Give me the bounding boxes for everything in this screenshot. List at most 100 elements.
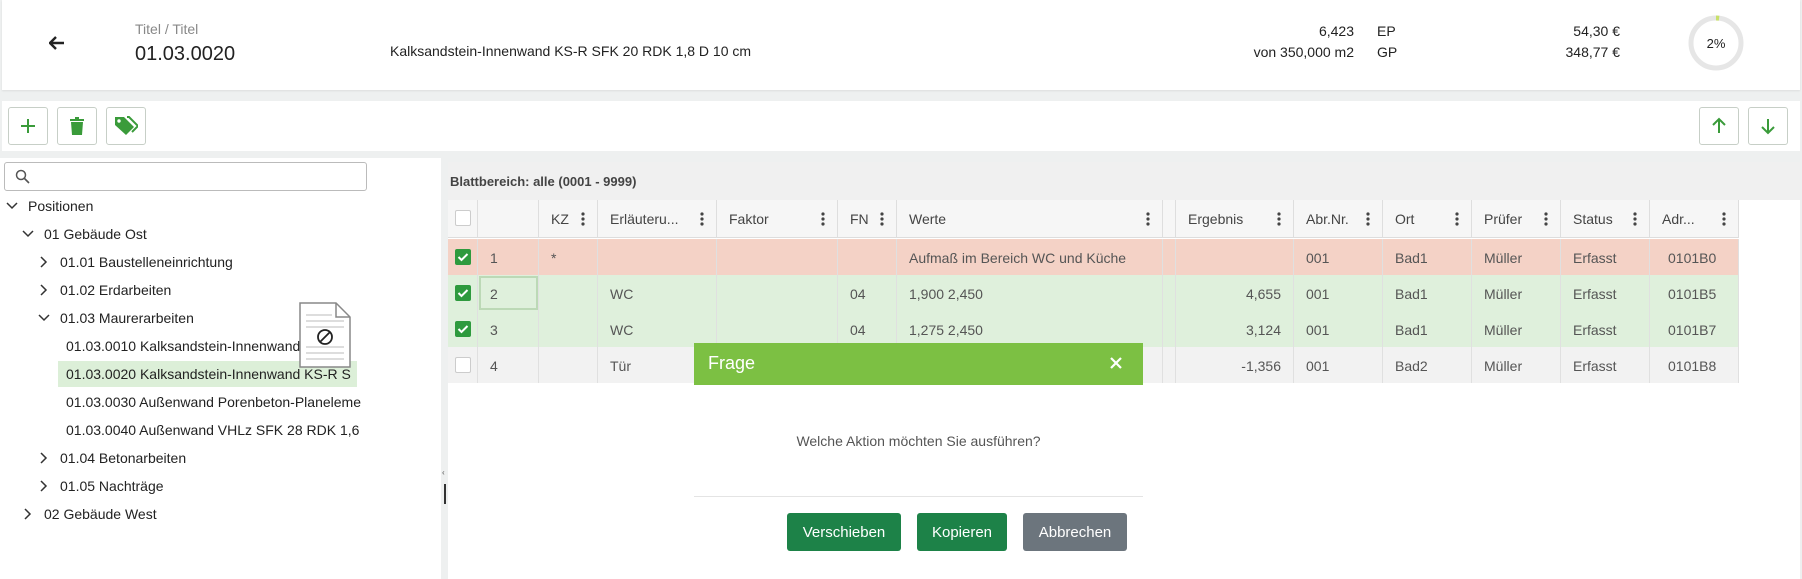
table-row[interactable]: 1 * Aufmaß im Bereich WC und Küche 001 Bad1 M… xyxy=(448,239,1739,275)
column-header-faktor[interactable]: Faktor xyxy=(717,200,838,238)
chevron-right-icon[interactable] xyxy=(36,256,52,268)
chevron-down-icon[interactable] xyxy=(36,314,52,322)
tree-item[interactable]: 01 Gebäude Ost xyxy=(20,221,147,247)
tree-item[interactable]: 01.02 Erdarbeiten xyxy=(36,277,171,303)
cell-row-number: 4 xyxy=(478,347,539,383)
row-select-cell[interactable] xyxy=(448,275,478,311)
cell-ort: Bad2 xyxy=(1383,347,1472,383)
column-header-ergebnis[interactable]: Ergebnis xyxy=(1176,200,1294,238)
delete-button[interactable] xyxy=(57,107,97,145)
column-header-werte[interactable]: Werte xyxy=(897,200,1163,238)
cell-pruefer: Müller xyxy=(1472,275,1561,311)
tree-item[interactable]: 01.01 Baustelleneinrichtung xyxy=(36,249,233,275)
table-row[interactable]: 2 WC 04 1,900 2,450 4,655 001 Bad1 Müller Erfass… xyxy=(448,275,1739,311)
column-menu-icon[interactable] xyxy=(1633,212,1637,226)
header-label: Titel / Titel xyxy=(135,21,199,37)
cell-ergebnis: 4,655 xyxy=(1176,275,1294,311)
column-menu-icon[interactable] xyxy=(1544,212,1548,226)
cell-kz xyxy=(539,311,598,347)
column-menu-icon[interactable] xyxy=(1722,212,1726,226)
tree-item[interactable]: 01.04 Betonarbeiten xyxy=(36,445,186,471)
column-header-fn[interactable]: FN xyxy=(838,200,897,238)
tree-item-label: 01.03 Maurerarbeiten xyxy=(60,310,194,326)
cancel-button[interactable]: Abbrechen xyxy=(1023,513,1127,551)
select-all-checkbox[interactable] xyxy=(455,210,471,226)
row-select-cell[interactable] xyxy=(448,311,478,347)
chevron-right-icon[interactable] xyxy=(20,508,36,520)
tree-item[interactable]: 01.05 Nachträge xyxy=(36,473,164,499)
price-values: 54,30 € 348,77 € xyxy=(1566,21,1621,63)
column-header-erlaeuterung[interactable]: Erläuteru... xyxy=(598,200,717,238)
column-menu-icon[interactable] xyxy=(1455,212,1459,226)
row-select-cell[interactable] xyxy=(448,347,478,383)
column-header-label: Abr.Nr. xyxy=(1306,211,1349,227)
position-header: Titel / Titel 01.03.0020 Kalksandstein-I… xyxy=(2,0,1800,90)
column-header-adresse[interactable]: Adr... xyxy=(1650,200,1739,238)
back-arrow-icon[interactable] xyxy=(46,32,68,54)
column-menu-icon[interactable] xyxy=(581,212,585,226)
checkbox-checked-icon[interactable] xyxy=(455,249,471,265)
cell-abr-nr: 001 xyxy=(1294,311,1383,347)
tree-item-label: Positionen xyxy=(28,198,94,214)
column-header-label: Faktor xyxy=(729,211,769,227)
chevron-down-icon[interactable] xyxy=(20,230,36,238)
checkbox-checked-icon[interactable] xyxy=(455,285,471,301)
tags-button[interactable] xyxy=(106,107,146,145)
checkbox-unchecked-icon[interactable] xyxy=(455,357,471,373)
chevron-right-icon[interactable] xyxy=(36,452,52,464)
move-up-button[interactable] xyxy=(1699,107,1739,145)
move-button[interactable]: Verschieben xyxy=(787,513,901,551)
column-menu-icon[interactable] xyxy=(880,212,884,226)
column-menu-icon[interactable] xyxy=(821,212,825,226)
dialog-divider xyxy=(694,496,1143,497)
checkbox-checked-icon[interactable] xyxy=(455,321,471,337)
cell-faktor xyxy=(717,311,838,347)
tree-item-label: 01.02 Erdarbeiten xyxy=(60,282,172,298)
cell-row-number: 3 xyxy=(478,311,539,347)
column-header-pruefer[interactable]: Prüfer xyxy=(1472,200,1561,238)
tree-item[interactable]: 02 Gebäude West xyxy=(20,501,157,527)
column-header-ort[interactable]: Ort xyxy=(1383,200,1472,238)
dialog-titlebar: Frage xyxy=(694,343,1143,385)
column-header-label: Ort xyxy=(1395,211,1415,227)
toolbar xyxy=(2,101,1800,151)
tree-item-label: 02 Gebäude West xyxy=(44,506,157,522)
column-header-status[interactable]: Status xyxy=(1561,200,1650,238)
cell-status: Erfasst xyxy=(1561,311,1650,347)
plus-icon xyxy=(21,119,35,133)
positions-tree-panel: Positionen 01 Gebäude Ost 01.01 Baustellen… xyxy=(0,158,441,579)
table-row[interactable]: 3 WC 04 1,275 2,450 3,124 001 Bad1 Müller Erfass… xyxy=(448,311,1739,347)
cell-erlaeuterung: WC xyxy=(598,311,717,347)
column-menu-icon[interactable] xyxy=(1366,212,1370,226)
tree-item[interactable]: 01.03.0040 Außenwand VHLz SFK 28 RDK 1,6 xyxy=(66,417,359,443)
move-down-button[interactable] xyxy=(1748,107,1788,145)
drag-document-icon xyxy=(298,301,352,369)
cell-werte: 1,275 2,450 xyxy=(897,311,1163,347)
tree-item[interactable]: 01.03 Maurerarbeiten xyxy=(36,305,194,331)
progress-ring: 2% xyxy=(1687,14,1745,72)
column-header-abr-nr[interactable]: Abr.Nr. xyxy=(1294,200,1383,238)
cell-status: Erfasst xyxy=(1561,275,1650,311)
panel-splitter[interactable]: ‹ xyxy=(441,158,448,579)
chevron-down-icon[interactable] xyxy=(4,202,20,210)
column-header-kz[interactable]: KZ xyxy=(539,200,598,238)
chevron-right-icon[interactable] xyxy=(36,480,52,492)
column-header-row-number xyxy=(478,200,539,238)
column-menu-icon[interactable] xyxy=(700,212,704,226)
tree-item[interactable]: Positionen xyxy=(4,193,93,219)
chevron-right-icon[interactable] xyxy=(36,284,52,296)
tree-item[interactable]: 01.03.0030 Außenwand Porenbeton-Planelem… xyxy=(66,389,361,415)
cell-kz xyxy=(539,347,598,383)
add-button[interactable] xyxy=(8,107,48,145)
copy-button[interactable]: Kopieren xyxy=(917,513,1007,551)
column-header-label: KZ xyxy=(551,211,569,227)
column-menu-icon[interactable] xyxy=(1146,212,1150,226)
cell-pruefer: Müller xyxy=(1472,239,1561,275)
close-icon[interactable] xyxy=(1107,354,1125,372)
column-header-select-all xyxy=(448,200,478,238)
row-select-cell[interactable] xyxy=(448,239,478,275)
cell-kz: * xyxy=(539,239,598,275)
tree-search-input[interactable] xyxy=(4,162,367,191)
column-menu-icon[interactable] xyxy=(1277,212,1281,226)
cell-pruefer: Müller xyxy=(1472,311,1561,347)
